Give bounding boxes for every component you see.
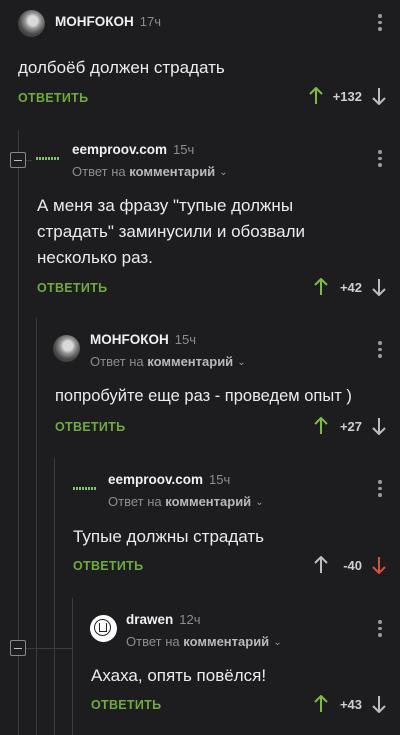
reply-button[interactable]: ОТВЕТИТЬ — [18, 91, 88, 105]
reply-to-link[interactable]: Ответ на комментарий ⌄ — [90, 354, 246, 369]
thread-line-4 — [72, 598, 73, 735]
chevron-down-icon: ⌄ — [273, 637, 282, 648]
photo-avatar[interactable] — [18, 10, 45, 37]
more-options-icon[interactable] — [378, 14, 382, 34]
comment-score: +27 — [339, 418, 362, 434]
thread-line-3 — [54, 458, 55, 735]
comment: МОНFОКОН 17ч долбоёб должен страдать ОТВЕ… — [0, 0, 400, 125]
collapse-thread-button[interactable] — [10, 640, 26, 656]
comment-time: 15ч — [174, 332, 196, 347]
more-options-icon[interactable] — [378, 480, 382, 500]
downvote-arrow-icon[interactable] — [372, 278, 386, 296]
chevron-down-icon: ⌄ — [219, 167, 228, 178]
upvote-arrow-icon[interactable] — [314, 417, 328, 435]
upvote-arrow-icon[interactable] — [314, 278, 328, 296]
vote-controls: +43 — [314, 695, 386, 713]
vote-controls: +132 — [308, 87, 386, 105]
comment-author[interactable]: eemproov.com 15ч — [72, 142, 194, 157]
reply-button[interactable]: ОТВЕТИТЬ — [55, 420, 125, 434]
comment-author[interactable]: eemproov.com 15ч — [108, 472, 230, 487]
reply-button[interactable]: ОТВЕТИТЬ — [37, 281, 107, 295]
chevron-down-icon: ⌄ — [237, 357, 246, 368]
photo-avatar[interactable] — [53, 335, 80, 362]
upvote-arrow-icon[interactable] — [314, 695, 328, 713]
upvote-arrow-icon[interactable] — [308, 87, 323, 105]
comment-text: Тупые должны страдать — [73, 527, 264, 546]
logo-avatar[interactable] — [71, 475, 98, 502]
comment-author[interactable]: МОНFОКОН 17ч — [55, 14, 161, 29]
chevron-down-icon: ⌄ — [255, 497, 264, 508]
comment-text: попробуйте еще раз - проведем опыт ) — [55, 387, 352, 405]
comment-time: 17ч — [139, 14, 161, 29]
more-options-icon[interactable] — [378, 620, 382, 640]
comment-score: +43 — [339, 696, 362, 712]
comment-score: +132 — [332, 88, 362, 104]
logo-avatar[interactable] — [34, 145, 61, 172]
vote-controls: -40 — [314, 556, 386, 574]
upvote-arrow-icon[interactable] — [314, 556, 328, 574]
reply-to-link[interactable]: Ответ на комментарий ⌄ — [126, 634, 282, 649]
comment-author[interactable]: drawen 12ч — [126, 612, 201, 627]
downvote-arrow-icon[interactable] — [372, 556, 386, 574]
reply-to-link[interactable]: Ответ на комментарий ⌄ — [108, 494, 264, 509]
ring-avatar[interactable] — [90, 615, 117, 642]
comment-score: -40 — [343, 557, 362, 573]
vote-controls: +42 — [314, 278, 386, 296]
downvote-arrow-icon[interactable] — [372, 695, 386, 713]
comment-time: 12ч — [179, 612, 201, 627]
comment-time: 15ч — [173, 142, 195, 157]
comment-text: Ахаха, опять повёлся! — [91, 666, 267, 685]
reply-to-link[interactable]: Ответ на комментарий ⌄ — [72, 164, 228, 179]
reply-button[interactable]: ОТВЕТИТЬ — [73, 559, 143, 573]
reply-button[interactable]: ОТВЕТИТЬ — [91, 698, 161, 712]
branch-connector — [18, 648, 72, 649]
comment-author[interactable]: МОНFОКОН 15ч — [90, 332, 196, 347]
thread-line-2 — [36, 318, 37, 735]
vote-controls: +27 — [314, 417, 386, 435]
downvote-arrow-icon[interactable] — [372, 87, 386, 105]
downvote-arrow-icon[interactable] — [372, 417, 386, 435]
comment-score: +42 — [339, 279, 362, 295]
more-options-icon[interactable] — [378, 341, 382, 361]
collapse-thread-button[interactable] — [10, 152, 26, 168]
comment-text: А меня за фразу "тупые должны страдать" … — [37, 196, 306, 267]
comment-text: долбоёб должен страдать — [18, 58, 225, 77]
more-options-icon[interactable] — [378, 150, 382, 170]
comment-time: 15ч — [209, 472, 231, 487]
